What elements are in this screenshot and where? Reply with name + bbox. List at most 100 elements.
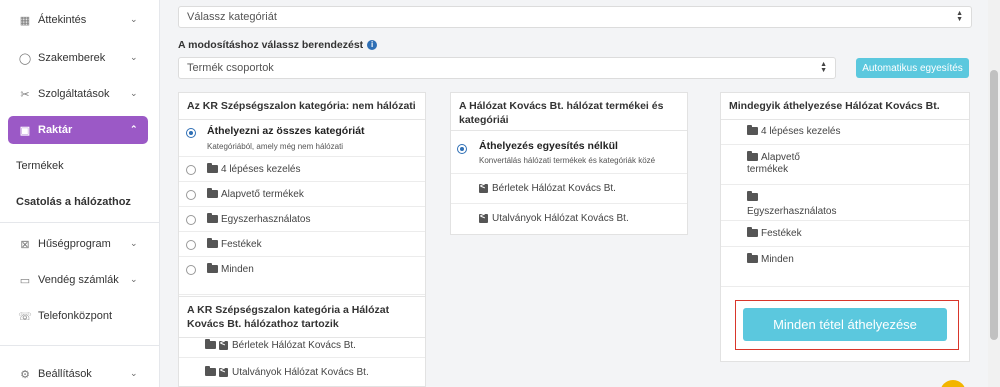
category-name: Minden xyxy=(761,254,794,265)
divider xyxy=(0,222,160,223)
network-item-name: Utalványok Hálózat Kovács Bt. xyxy=(492,213,629,224)
list-item[interactable]: Egyszerhasználatos xyxy=(179,207,425,232)
sidebar-subitem-products[interactable]: Termékek xyxy=(16,160,64,172)
sidebar-item-label: Áttekintés xyxy=(38,14,87,26)
sidebar-item-services[interactable]: ✂ Szolgáltatások ⌄ xyxy=(8,80,148,108)
network-item-label: Bérletek Hálózat Kovács Bt. xyxy=(479,181,616,194)
folder-icon xyxy=(205,339,216,350)
category-select[interactable]: Válassz kategóriát ▲ ▼ xyxy=(178,6,972,28)
sidebar-item-guest-bills[interactable]: ▭ Vendég számlák ⌄ xyxy=(8,266,148,294)
scrollbar[interactable] xyxy=(988,0,1000,387)
option-description: Kategóriából, amely még nem hálózati xyxy=(207,142,344,151)
user-icon: ◯ xyxy=(18,52,32,65)
list-item: Festékek xyxy=(721,221,969,247)
option-title: Áthelyezés egyesítés nélkül xyxy=(479,140,618,152)
panel-title: Mindegyik áthelyezése Hálózat Kovács Bt. xyxy=(721,93,969,120)
folder-icon xyxy=(205,366,216,377)
list-item: Minden xyxy=(721,247,969,287)
gift-icon: ⊠ xyxy=(20,238,30,251)
folder-icon xyxy=(747,125,758,136)
category-label: Festékek xyxy=(207,238,262,250)
chevron-down-icon: ⌄ xyxy=(130,88,138,98)
chevron-down-icon: ⌄ xyxy=(130,14,138,24)
device-label-text: A modosításhoz válassz berendezést xyxy=(178,39,364,51)
list-item[interactable]: Minden xyxy=(179,257,425,295)
category-name: Minden xyxy=(221,264,254,275)
category-name: 4 lépéses kezelés xyxy=(761,126,841,137)
gear-icon: ⚙ xyxy=(20,368,30,381)
folder-icon xyxy=(747,253,758,264)
category-name: Festékek xyxy=(761,228,802,239)
radio-option[interactable] xyxy=(186,190,196,200)
sidebar-item-label: Hűségprogram xyxy=(38,238,111,250)
radio-option[interactable] xyxy=(186,215,196,225)
category-name: 4 lépéses kezelés xyxy=(221,164,301,175)
sidebar-item-label: Raktár xyxy=(38,124,73,136)
panel-title: A Hálózat Kovács Bt. hálózat termékei és… xyxy=(451,93,687,131)
category-label: 4 lépéses kezelés xyxy=(207,163,301,175)
linked-name: Bérletek Hálózat Kovács Bt. xyxy=(232,340,356,351)
radio-move-all[interactable] xyxy=(186,128,196,138)
share-icon xyxy=(219,338,228,350)
phone-icon: ☏ xyxy=(18,310,32,323)
list-item[interactable]: 4 lépéses kezelés xyxy=(179,157,425,182)
category-select-value: Válassz kategóriát xyxy=(187,11,277,23)
list-item[interactable]: Áthelyezés egyesítés nélkül Konvertálás … xyxy=(451,131,687,174)
panel-non-network: Az KR Szépségszalon kategória: nem hálóz… xyxy=(178,92,426,387)
folder-icon xyxy=(207,188,218,199)
category-label: 4 lépéses kezelés xyxy=(747,125,841,137)
info-icon[interactable]: i xyxy=(367,40,378,50)
radio-option[interactable] xyxy=(186,240,196,250)
share-icon xyxy=(479,181,488,193)
panel-network: A Hálózat Kovács Bt. hálózat termékei és… xyxy=(450,92,688,235)
sidebar-item-professionals[interactable]: ◯ Szakemberek ⌄ xyxy=(8,44,148,72)
sidebar-item-loyalty[interactable]: ⊠ Hűségprogram ⌄ xyxy=(8,230,148,258)
list-item[interactable]: Alapvető termékek xyxy=(179,182,425,207)
list-item: Bérletek Hálózat Kovács Bt. xyxy=(451,174,687,204)
folder-icon xyxy=(747,227,758,238)
scissors-icon: ✂ xyxy=(20,88,30,101)
share-icon xyxy=(219,365,228,377)
box-icon: ▣ xyxy=(19,124,31,137)
list-item: Egyszerhasználatos xyxy=(721,185,969,221)
sidebar-item-warehouse[interactable]: ▣ Raktár ⌃ xyxy=(8,116,148,144)
device-label: A modosításhoz válassz berendezést i xyxy=(178,39,378,51)
network-item-name: Bérletek Hálózat Kovács Bt. xyxy=(492,183,616,194)
sidebar-item-phone[interactable]: ☏ Telefonközpont xyxy=(8,302,148,330)
radio-move-no-merge[interactable] xyxy=(457,144,467,154)
scrollbar-thumb[interactable] xyxy=(990,70,998,340)
move-all-button[interactable]: Minden tétel áthelyezése xyxy=(743,308,947,341)
list-item[interactable]: Áthelyezni az összes kategóriát Kategóri… xyxy=(179,120,425,157)
category-label: Festékek xyxy=(747,227,802,239)
list-item: Bérletek Hálózat Kovács Bt. xyxy=(179,331,425,358)
list-item: 4 lépéses kezelés xyxy=(721,120,969,145)
sidebar-item-label: Beállítások xyxy=(38,368,92,380)
folder-icon xyxy=(747,151,758,162)
list-item: Alapvető termékek xyxy=(721,145,969,185)
category-name: Egyszerhasználatos xyxy=(747,206,837,217)
grid-icon: ▦ xyxy=(19,14,31,27)
panel-title: Az KR Szépségszalon kategória: nem hálóz… xyxy=(179,93,425,120)
list-item[interactable]: Festékek xyxy=(179,232,425,257)
chevron-down-icon: ⌄ xyxy=(130,52,138,62)
auto-merge-button[interactable]: Automatikus egyesítés xyxy=(856,58,969,78)
radio-option[interactable] xyxy=(186,165,196,175)
category-label: Minden xyxy=(207,263,254,275)
sidebar: ▦ Áttekintés ⌄ ◯ Szakemberek ⌄ ✂ Szolgál… xyxy=(0,0,160,387)
device-select[interactable]: Termék csoportok ▲ ▼ xyxy=(178,57,836,79)
share-icon xyxy=(479,211,488,223)
select-arrows-icon: ▲ ▼ xyxy=(820,61,827,74)
sidebar-item-settings[interactable]: ⚙ Beállítások ⌄ xyxy=(8,360,148,387)
sidebar-item-overview[interactable]: ▦ Áttekintés ⌄ xyxy=(8,6,148,34)
radio-option[interactable] xyxy=(186,265,196,275)
folder-icon xyxy=(207,263,218,274)
folder-icon xyxy=(207,238,218,249)
category-label: Egyszerhasználatos xyxy=(207,213,311,225)
category-name: Festékek xyxy=(221,239,262,250)
option-description: Konvertálás hálózati termékek és kategór… xyxy=(479,156,656,165)
category-label: Egyszerhasználatos xyxy=(747,191,842,219)
sidebar-item-label: Telefonközpont xyxy=(38,310,112,322)
folder-icon xyxy=(747,191,758,202)
sidebar-subitem-network[interactable]: Csatolás a hálózathoz xyxy=(16,196,131,208)
wallet-icon: ▭ xyxy=(19,274,31,287)
